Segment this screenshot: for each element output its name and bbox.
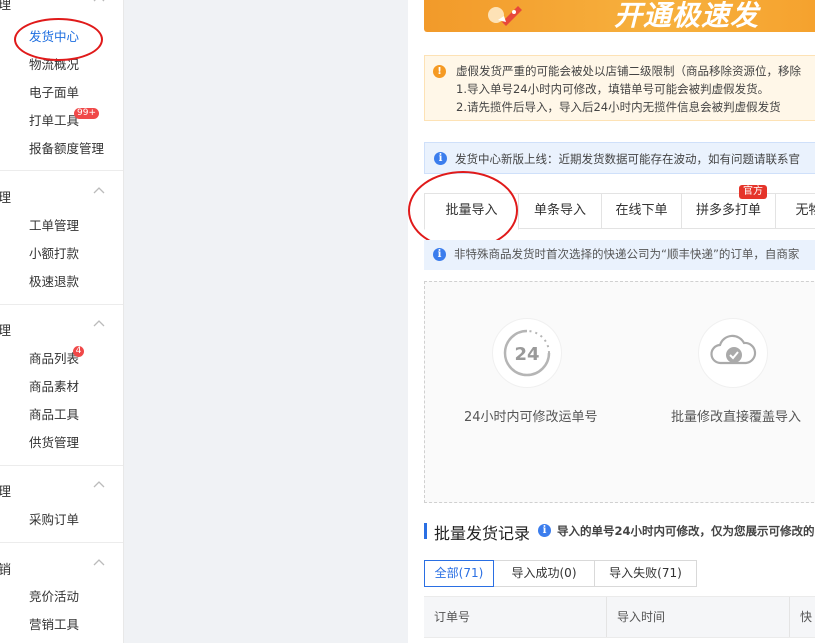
info-icon: i — [433, 248, 446, 261]
sidebar-section-title: 理 — [0, 0, 11, 13]
tab-label: 拼多多打单 — [695, 203, 761, 218]
sidebar-item-small-payment[interactable]: 小额打款 — [29, 246, 79, 262]
sidebar-item-product-materials[interactable]: 商品素材 — [29, 379, 79, 395]
chevron-up-icon[interactable] — [93, 319, 105, 331]
chevron-up-icon[interactable] — [93, 0, 105, 6]
info-icon: i — [434, 152, 447, 165]
rocket-icon — [488, 6, 522, 26]
column-order-number: 订单号 — [424, 597, 607, 637]
tab-notice: i 非特殊商品发货时首次选择的快递公司为“顺丰快递”的订单，自商家 — [424, 240, 815, 270]
tab-no-logistics[interactable]: 无物流 — [775, 193, 815, 229]
notification-badge: 99+ — [74, 108, 99, 119]
sidebar-divider — [0, 465, 123, 466]
banner-text: 开通极速发 — [614, 0, 760, 32]
upload-dropzone[interactable]: 24 24小时内可修改运单号 批量修改直接覆盖导入 — [424, 281, 815, 503]
sidebar-item-supply-management[interactable]: 供货管理 — [29, 435, 79, 451]
chevron-up-icon[interactable] — [93, 186, 105, 198]
title-accent-bar — [424, 523, 427, 539]
sidebar-section-title: 理 — [0, 187, 11, 206]
highlight-circle — [14, 18, 103, 61]
sidebar: 理 发货中心 物流概况 电子面单 打单工具 99+ 报备额度管理 理 工单管理 … — [0, 0, 124, 643]
warning-text: 1.导入单号24小时内可修改，填错单号可能会被判虚假发货。 — [456, 82, 770, 96]
records-header: 批量发货记录 i 导入的单号24小时内可修改，仅为您展示可修改的 — [424, 520, 815, 544]
tab-single-import[interactable]: 单条导入 — [518, 193, 602, 229]
records-table-header: 订单号 导入时间 快 — [424, 596, 815, 638]
filter-import-failed[interactable]: 导入失败(71) — [594, 560, 697, 587]
sidebar-item-fast-refund[interactable]: 极速退款 — [29, 274, 79, 290]
sidebar-item-product-tools[interactable]: 商品工具 — [29, 407, 79, 423]
sidebar-item-purchase-orders[interactable]: 采购订单 — [29, 512, 79, 528]
tab-online-order[interactable]: 在线下单 — [601, 193, 682, 229]
sidebar-section-header[interactable]: 理 — [0, 0, 123, 18]
sidebar-item-product-list[interactable]: 商品列表 — [29, 351, 79, 367]
warning-icon: ! — [433, 65, 446, 78]
warning-text: 虚假发货严重的可能会被处以店铺二级限制（商品移除资源位，移除 — [456, 64, 801, 78]
sidebar-divider — [0, 542, 123, 543]
main-panel: 开通极速发 ! 虚假发货严重的可能会被处以店铺二级限制（商品移除资源位，移除 1… — [408, 0, 815, 643]
chevron-up-icon[interactable] — [93, 480, 105, 492]
filter-import-success[interactable]: 导入成功(0) — [493, 560, 595, 587]
sidebar-divider — [0, 304, 123, 305]
sidebar-section-title: 销 — [0, 559, 11, 578]
tab-notice-text: 非特殊商品发货时首次选择的快递公司为“顺丰快递”的订单，自商家 — [454, 247, 800, 261]
column-courier: 快 — [800, 610, 813, 624]
info-icon: i — [538, 524, 551, 537]
sidebar-item-e-waybill[interactable]: 电子面单 — [29, 85, 79, 101]
sidebar-section-title: 理 — [0, 320, 11, 339]
warning-alert: ! 虚假发货严重的可能会被处以店铺二级限制（商品移除资源位，移除 1.导入单号2… — [424, 55, 815, 121]
warning-text: 2.请先揽件后导入，导入后24小时内无揽件信息会被判虚假发货 — [456, 100, 781, 114]
feature-label: 24小时内可修改运单号 — [464, 410, 598, 425]
official-tag: 官方 — [739, 185, 767, 199]
info-notice: i 发货中心新版上线：近期发货数据可能存在波动，如有问题请联系官 — [424, 142, 815, 174]
records-title: 批量发货记录 — [434, 524, 531, 543]
sidebar-item-marketing-tools[interactable]: 营销工具 — [29, 617, 79, 633]
sidebar-section-header[interactable]: 理 — [0, 316, 123, 344]
content-background — [124, 0, 408, 643]
chevron-up-icon[interactable] — [93, 558, 105, 570]
sidebar-section-header[interactable]: 理 — [0, 477, 123, 505]
24h-icon: 24 — [493, 319, 561, 387]
feature-label: 批量修改直接覆盖导入 — [671, 410, 802, 425]
records-note: 导入的单号24小时内可修改，仅为您展示可修改的 — [557, 524, 815, 538]
tab-pdd-print[interactable]: 拼多多打单 官方 — [681, 185, 776, 229]
24h-icon-text: 24 — [514, 344, 539, 365]
sidebar-item-bidding-activity[interactable]: 竞价活动 — [29, 589, 79, 605]
promo-banner[interactable]: 开通极速发 — [424, 0, 815, 32]
sidebar-item-quota-management[interactable]: 报备额度管理 — [29, 141, 104, 157]
sidebar-divider — [0, 170, 123, 171]
sidebar-item-ticket-management[interactable]: 工单管理 — [29, 218, 79, 234]
sidebar-section-header[interactable]: 理 — [0, 183, 123, 211]
highlight-circle — [408, 171, 518, 250]
sidebar-item-print-tool[interactable]: 打单工具 — [29, 113, 79, 129]
filter-all[interactable]: 全部(71) — [424, 560, 494, 587]
sidebar-section-header[interactable]: 销 — [0, 555, 123, 583]
sidebar-section-title: 理 — [0, 481, 11, 500]
column-import-time: 导入时间 — [607, 597, 790, 637]
notice-text: 发货中心新版上线：近期发货数据可能存在波动，如有问题请联系官 — [455, 152, 800, 166]
cloud-check-icon — [699, 319, 767, 387]
notification-badge: 4 — [73, 346, 84, 357]
